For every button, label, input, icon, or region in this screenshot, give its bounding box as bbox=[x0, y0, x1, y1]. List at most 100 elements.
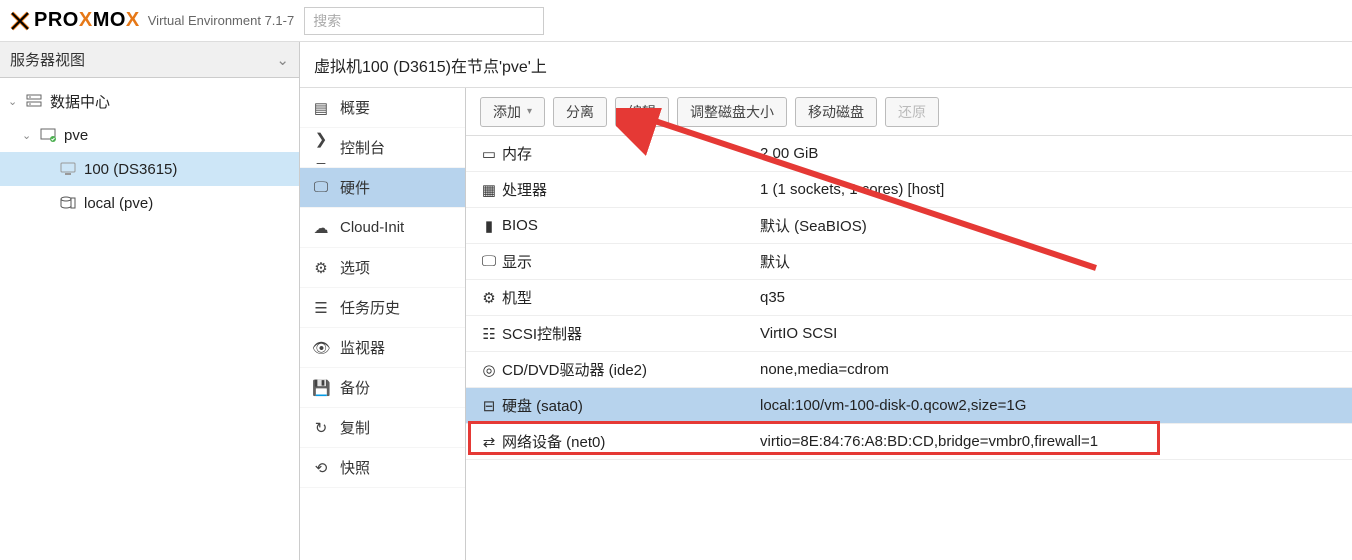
logo-text: PROXMOX bbox=[34, 9, 140, 32]
content-body: ▤ 概要 ❯_ 控制台 🖵 硬件 ☁ Cloud-Init ⚙ 选项 bbox=[300, 88, 1352, 560]
search-input[interactable] bbox=[304, 7, 544, 35]
detail: 添加 ▾ 分离 编辑 调整磁盘大小 移动磁盘 bbox=[466, 88, 1352, 560]
tree-header[interactable]: 服务器视图 ⌄ bbox=[0, 42, 299, 78]
move-button[interactable]: 移动磁盘 bbox=[795, 97, 877, 127]
tree-panel: 服务器视图 ⌄ ⌄ 数据中心 ⌄ pve 1 bbox=[0, 42, 300, 560]
hw-name: 显示 bbox=[502, 251, 760, 272]
tree-item-datacenter[interactable]: ⌄ 数据中心 bbox=[0, 84, 299, 118]
sub-label: Cloud-Init bbox=[340, 219, 404, 236]
hw-row-display[interactable]: 🖵 显示 默认 bbox=[466, 244, 1352, 280]
sub-item-backup[interactable]: 💾 备份 bbox=[300, 368, 465, 408]
cloud-icon: ☁ bbox=[312, 219, 330, 237]
hw-value: local:100/vm-100-disk-0.qcow2,size=1G bbox=[760, 397, 1342, 414]
vm-icon bbox=[58, 161, 78, 177]
restore-button: 还原 bbox=[885, 97, 939, 127]
sub-label: 概要 bbox=[340, 97, 370, 118]
hw-row-disk[interactable]: ⊟ 硬盘 (sata0) local:100/vm-100-disk-0.qco… bbox=[466, 388, 1352, 424]
add-button[interactable]: 添加 ▾ bbox=[480, 97, 545, 127]
hw-row-net[interactable]: ⇄ 网络设备 (net0) virtio=8E:84:76:A8:BD:CD,b… bbox=[466, 424, 1352, 460]
hdd-icon: ⊟ bbox=[476, 397, 502, 415]
sub-item-summary[interactable]: ▤ 概要 bbox=[300, 88, 465, 128]
cpu-icon: ▦ bbox=[476, 181, 502, 199]
scsi-icon: ☷ bbox=[476, 325, 502, 343]
sub-item-tasks[interactable]: ☰ 任务历史 bbox=[300, 288, 465, 328]
hw-row-cdrom[interactable]: ◎ CD/DVD驱动器 (ide2) none,media=cdrom bbox=[466, 352, 1352, 388]
retweet-icon: ↻ bbox=[312, 419, 330, 437]
sub-item-options[interactable]: ⚙ 选项 bbox=[300, 248, 465, 288]
bios-icon: ▮ bbox=[476, 217, 502, 235]
hw-value: VirtIO SCSI bbox=[760, 325, 1342, 342]
btn-label: 编辑 bbox=[628, 102, 656, 122]
hw-row-memory[interactable]: ▭ 内存 2.00 GiB bbox=[466, 136, 1352, 172]
resize-button[interactable]: 调整磁盘大小 bbox=[677, 97, 787, 127]
sub-label: 选项 bbox=[340, 257, 370, 278]
logo-mo: MO bbox=[93, 9, 126, 31]
sub-label: 备份 bbox=[340, 377, 370, 398]
sub-item-hardware[interactable]: 🖵 硬件 bbox=[300, 168, 465, 208]
hw-name: CD/DVD驱动器 (ide2) bbox=[502, 359, 760, 380]
tree-item-storage[interactable]: local (pve) bbox=[0, 186, 299, 220]
tree-item-vm[interactable]: 100 (DS3615) bbox=[0, 152, 299, 186]
machine-icon: ⚙ bbox=[476, 289, 502, 307]
content-title-label: 虚拟机100 (D3615)在节点'pve'上 bbox=[314, 53, 547, 77]
sub-item-snapshot[interactable]: ⟲ 快照 bbox=[300, 448, 465, 488]
hw-value: virtio=8E:84:76:A8:BD:CD,bridge=vmbr0,fi… bbox=[760, 433, 1342, 450]
hw-value: none,media=cdrom bbox=[760, 361, 1342, 378]
hw-name: SCSI控制器 bbox=[502, 323, 760, 344]
hw-row-bios[interactable]: ▮ BIOS 默认 (SeaBIOS) bbox=[466, 208, 1352, 244]
search-box bbox=[304, 7, 544, 35]
app-header: PROXMOX Virtual Environment 7.1-7 bbox=[0, 0, 1352, 42]
hw-row-scsi[interactable]: ☷ SCSI控制器 VirtIO SCSI bbox=[466, 316, 1352, 352]
edit-button[interactable]: 编辑 bbox=[615, 97, 669, 127]
logo: PROXMOX Virtual Environment 7.1-7 bbox=[8, 9, 294, 33]
hw-value: 2.00 GiB bbox=[760, 145, 1342, 162]
hw-row-cpu[interactable]: ▦ 处理器 1 (1 sockets, 1 cores) [host] bbox=[466, 172, 1352, 208]
hw-value: 默认 (SeaBIOS) bbox=[760, 215, 1342, 236]
detach-button[interactable]: 分离 bbox=[553, 97, 607, 127]
sub-label: 硬件 bbox=[340, 177, 370, 198]
history-icon: ⟲ bbox=[312, 459, 330, 477]
server-icon bbox=[24, 93, 44, 109]
hardware-table: ▭ 内存 2.00 GiB ▦ 处理器 1 (1 sockets, 1 core… bbox=[466, 136, 1352, 560]
memory-icon: ▭ bbox=[476, 145, 502, 163]
caret-down-icon: ▾ bbox=[527, 106, 532, 117]
content: 虚拟机100 (D3615)在节点'pve'上 ▤ 概要 ❯_ 控制台 🖵 硬件 bbox=[300, 42, 1352, 560]
hw-row-machine[interactable]: ⚙ 机型 q35 bbox=[466, 280, 1352, 316]
btn-label: 分离 bbox=[566, 102, 594, 122]
sub-item-monitor[interactable]: 👁 监视器 bbox=[300, 328, 465, 368]
sub-item-console[interactable]: ❯_ 控制台 bbox=[300, 128, 465, 168]
btn-label: 还原 bbox=[898, 102, 926, 122]
main: 服务器视图 ⌄ ⌄ 数据中心 ⌄ pve 1 bbox=[0, 42, 1352, 560]
sub-label: 任务历史 bbox=[340, 297, 400, 318]
hw-name: 机型 bbox=[502, 287, 760, 308]
disc-icon: ◎ bbox=[476, 361, 502, 379]
save-icon: 💾 bbox=[312, 379, 330, 397]
display-icon: 🖵 bbox=[476, 253, 502, 270]
sub-item-cloudinit[interactable]: ☁ Cloud-Init bbox=[300, 208, 465, 248]
sub-label: 快照 bbox=[340, 457, 370, 478]
expand-toggle-icon[interactable]: ⌄ bbox=[22, 129, 36, 142]
terminal-icon: ❯_ bbox=[312, 130, 330, 165]
sub-label: 控制台 bbox=[340, 137, 385, 158]
storage-icon bbox=[58, 195, 78, 211]
hw-name: 处理器 bbox=[502, 179, 760, 200]
logo-pro: PRO bbox=[34, 9, 79, 31]
btn-label: 移动磁盘 bbox=[808, 102, 864, 122]
tree-label: 数据中心 bbox=[50, 91, 110, 112]
sub-label: 监视器 bbox=[340, 337, 385, 358]
hw-value: 1 (1 sockets, 1 cores) [host] bbox=[760, 181, 1342, 198]
sub-label: 复制 bbox=[340, 417, 370, 438]
tree-label: pve bbox=[64, 127, 88, 144]
btn-label: 添加 bbox=[493, 102, 521, 122]
tree-item-node[interactable]: ⌄ pve bbox=[0, 118, 299, 152]
hw-name: 网络设备 (net0) bbox=[502, 431, 760, 452]
node-icon bbox=[38, 127, 58, 143]
gear-icon: ⚙ bbox=[312, 259, 330, 277]
hw-name: 内存 bbox=[502, 143, 760, 164]
eye-icon: 👁 bbox=[312, 339, 330, 357]
network-icon: ⇄ bbox=[476, 433, 502, 451]
expand-toggle-icon[interactable]: ⌄ bbox=[8, 95, 22, 108]
version-label: Virtual Environment 7.1-7 bbox=[148, 13, 294, 28]
sub-item-replicate[interactable]: ↻ 复制 bbox=[300, 408, 465, 448]
tree-header-label: 服务器视图 bbox=[10, 49, 85, 70]
